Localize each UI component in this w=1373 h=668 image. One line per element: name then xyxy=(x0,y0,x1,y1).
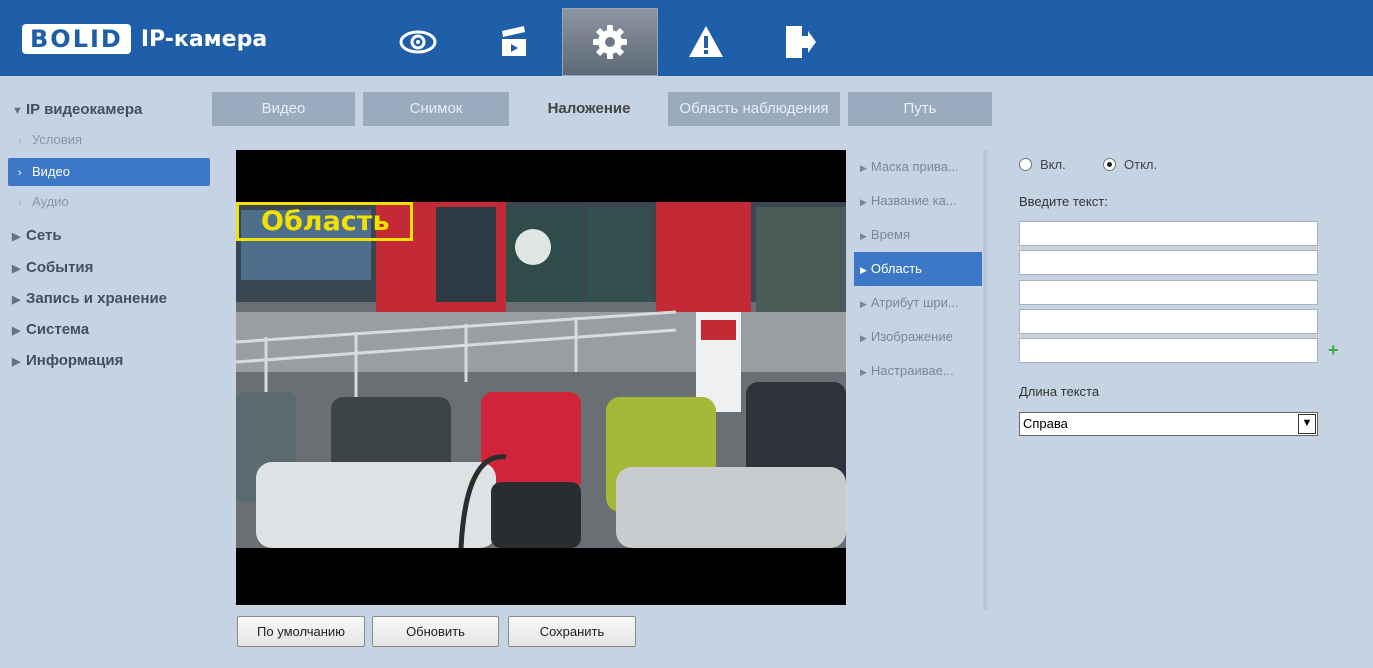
submenu-label: Изображение xyxy=(870,329,953,344)
submenu-label: Маска прива... xyxy=(870,159,959,174)
add-line-icon[interactable]: + xyxy=(1328,340,1339,361)
text-input-4[interactable] xyxy=(1019,309,1318,334)
submenu-privacy-mask[interactable]: ▶ Маска прива... xyxy=(854,150,982,184)
sidebar-item-system[interactable]: ▶ Система xyxy=(0,316,212,344)
text-length-label: Длина текста xyxy=(1019,384,1100,399)
submenu-label: Атрибут шри... xyxy=(870,295,959,310)
nav-live-view[interactable] xyxy=(370,8,466,76)
submenu-label: Время xyxy=(870,227,911,242)
overlay-submenu: ▶ Маска прива... ▶ Название ка... ▶ Время ▶… xyxy=(854,150,982,388)
sidebar-item-label: Видео xyxy=(32,164,70,179)
submenu-divider xyxy=(983,150,987,610)
tab-snapshot[interactable]: Снимок xyxy=(363,92,509,126)
logout-icon xyxy=(786,26,816,58)
warning-icon xyxy=(689,26,723,57)
brand-logo: BOLID xyxy=(22,24,131,54)
triangle-right-icon: ▶ xyxy=(12,325,21,337)
text-input-3[interactable] xyxy=(1019,280,1318,305)
triangle-right-icon: ▶ xyxy=(860,333,867,343)
triangle-right-icon: ▶ xyxy=(860,265,867,275)
radio-on-label: Вкл. xyxy=(1040,157,1066,172)
radio-off-label: Откл. xyxy=(1124,157,1158,172)
nav-logout[interactable] xyxy=(750,8,846,76)
sidebar-item-label: Аудио xyxy=(32,194,69,209)
sidebar-item-events[interactable]: ▶ События xyxy=(0,254,212,282)
sidebar-item-storage[interactable]: ▶ Запись и хранение xyxy=(0,285,212,313)
sidebar-item-label: Запись и хранение xyxy=(26,290,168,307)
triangle-right-icon: ▶ xyxy=(860,163,867,173)
submenu-font-attribute[interactable]: ▶ Атрибут шри... xyxy=(854,286,982,320)
logo: BOLID IP-камера xyxy=(22,22,267,56)
triangle-right-icon: ▶ xyxy=(12,356,21,368)
tab-surveillance-area[interactable]: Область наблюдения xyxy=(668,92,840,126)
sidebar-item-label: Система xyxy=(26,321,90,338)
default-button[interactable]: По умолчанию xyxy=(237,616,365,647)
chevron-right-icon: › xyxy=(18,167,22,179)
radio-on[interactable]: Вкл. xyxy=(1019,157,1066,172)
eye-icon xyxy=(399,30,437,54)
triangle-right-icon: ▶ xyxy=(860,367,867,377)
submenu-image[interactable]: ▶ Изображение xyxy=(854,320,982,354)
submenu-label: Настраивае... xyxy=(870,363,954,378)
triangle-down-icon: ▼ xyxy=(12,105,23,117)
nav-alarm[interactable] xyxy=(658,8,754,76)
triangle-right-icon: ▶ xyxy=(12,263,21,275)
select-value: Справа xyxy=(1023,416,1068,431)
sidebar: ▼ IP видеокамера › Условия › Видео › Аудио ▶… xyxy=(0,76,212,668)
submenu-area[interactable]: ▶ Область xyxy=(854,252,982,286)
chevron-right-icon: › xyxy=(18,197,22,209)
triangle-right-icon: ▶ xyxy=(12,294,21,306)
tab-path[interactable]: Путь xyxy=(848,92,992,126)
sidebar-item-label: События xyxy=(26,259,94,276)
sidebar-item-ip-camera[interactable]: ▼ IP видеокамера xyxy=(0,96,212,124)
camera-scene-image xyxy=(236,202,846,548)
gear-icon xyxy=(593,25,627,59)
text-input-1[interactable] xyxy=(1019,221,1318,246)
save-button[interactable]: Сохранить xyxy=(508,616,636,647)
sidebar-item-network[interactable]: ▶ Сеть xyxy=(0,222,212,250)
submenu-label: Область xyxy=(870,261,922,276)
text-input-5[interactable] xyxy=(1019,338,1318,363)
sidebar-item-conditions[interactable]: › Условия xyxy=(0,126,212,154)
sidebar-item-label: Условия xyxy=(32,132,83,147)
refresh-button[interactable]: Обновить xyxy=(372,616,499,647)
triangle-right-icon: ▶ xyxy=(860,197,867,207)
text-input-2[interactable] xyxy=(1019,250,1318,275)
sidebar-item-label: Информация xyxy=(26,352,124,369)
submenu-time[interactable]: ▶ Время xyxy=(854,218,982,252)
submenu-custom[interactable]: ▶ Настраивае... xyxy=(854,354,982,388)
triangle-right-icon: ▶ xyxy=(860,299,867,309)
triangle-right-icon: ▶ xyxy=(860,231,867,241)
chevron-right-icon: › xyxy=(18,135,22,147)
text-length-select[interactable]: Справа ▼ xyxy=(1019,412,1318,436)
sidebar-item-label: IP видеокамера xyxy=(26,101,143,118)
overlay-area-text[interactable]: Область xyxy=(236,202,413,241)
app-title: IP-камера xyxy=(140,26,268,52)
triangle-right-icon: ▶ xyxy=(12,231,21,243)
sidebar-item-video[interactable]: › Видео xyxy=(8,158,210,186)
clapperboard-icon xyxy=(502,26,526,56)
sidebar-item-audio[interactable]: › Аудио xyxy=(0,188,212,216)
sidebar-item-info[interactable]: ▶ Информация xyxy=(0,347,212,375)
tab-video[interactable]: Видео xyxy=(212,92,355,126)
tab-overlay[interactable]: Наложение xyxy=(517,92,661,126)
submenu-label: Название ка... xyxy=(870,193,957,208)
radio-circle-icon xyxy=(1019,158,1032,171)
chevron-down-icon: ▼ xyxy=(1298,414,1316,434)
radio-off[interactable]: Откл. xyxy=(1103,157,1157,172)
text-input-label: Введите текст: xyxy=(1019,194,1108,209)
radio-circle-icon xyxy=(1103,158,1116,171)
nav-playback[interactable] xyxy=(466,8,562,76)
app-header: BOLID IP-камера xyxy=(0,0,1373,76)
submenu-channel-title[interactable]: ▶ Название ка... xyxy=(854,184,982,218)
sidebar-item-label: Сеть xyxy=(26,227,62,244)
nav-settings[interactable] xyxy=(562,8,658,76)
